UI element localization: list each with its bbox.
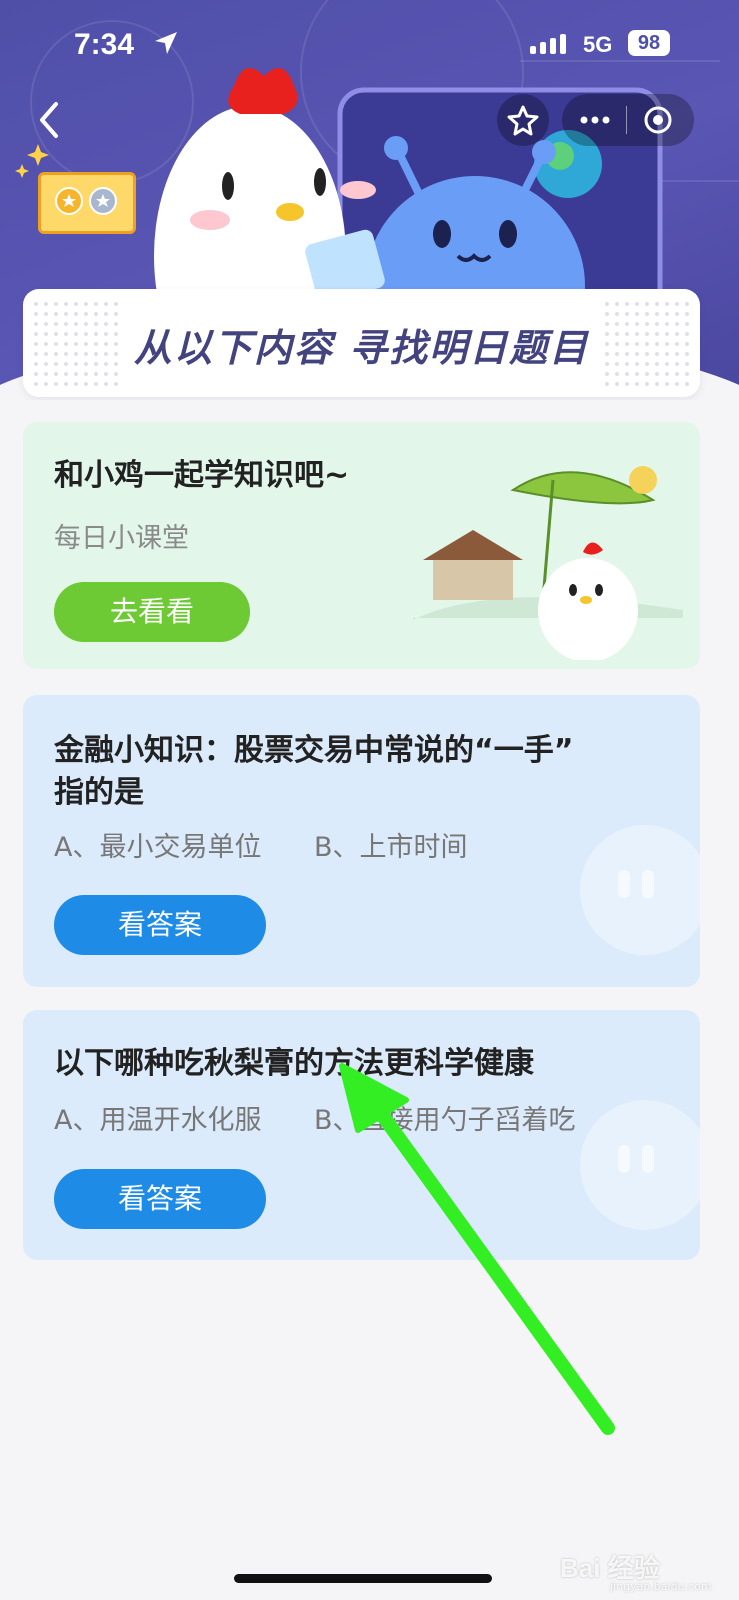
question-title: 以下哪种吃秋梨膏的方法更科学健康 (54, 1046, 534, 1081)
option-b: B、直接用勺子舀着吃 (314, 1105, 576, 1136)
card-subtitle: 每日小课堂 (54, 523, 189, 554)
view-answer-button[interactable]: 看答案 (54, 1169, 266, 1229)
home-indicator[interactable] (234, 1574, 492, 1583)
battery-level: 98 (628, 30, 670, 56)
status-time: 7:34 (74, 28, 135, 61)
network-label: 5G (583, 32, 613, 57)
sparkle-icon (15, 144, 49, 178)
view-answer-button[interactable]: 看答案 (54, 895, 266, 955)
chicken-leaf-illustration (413, 466, 683, 660)
option-b: B、上市时间 (314, 832, 468, 863)
status-bar: 7:34 5G 98 (0, 0, 739, 90)
go-watch-button[interactable]: 去看看 (54, 582, 250, 642)
chat-bubble-icon (580, 825, 700, 955)
banner-title: 从以下内容 寻找明日题目 (133, 326, 590, 370)
signal-icon (530, 32, 574, 54)
target-circle-icon[interactable] (642, 104, 674, 136)
star-icon (507, 105, 539, 136)
daily-class-card[interactable]: 和小鸡一起学知识吧~ 每日小课堂 去看看 (23, 422, 700, 669)
chat-bubble-icon (580, 1100, 700, 1230)
more-dots-icon[interactable] (578, 108, 612, 132)
option-a: A、最小交易单位 (54, 832, 262, 863)
mini-program-capsule (562, 94, 694, 146)
option-a: A、用温开水化服 (54, 1105, 262, 1136)
question-title-line1: 金融小知识：股票交易中常说的“一手” (54, 733, 574, 768)
chevron-left-icon[interactable] (30, 100, 70, 140)
medal-board-icon[interactable] (38, 172, 136, 234)
question-card[interactable]: 以下哪种吃秋梨膏的方法更科学健康 A、用温开水化服 B、直接用勺子舀着吃 看答案 (23, 1010, 700, 1260)
location-arrow-icon (155, 32, 177, 54)
watermark-url: jingyan.baidu.com (610, 1580, 712, 1593)
card-title: 和小鸡一起学知识吧~ (54, 458, 350, 493)
favorite-button[interactable] (497, 94, 549, 146)
question-title-line2: 指的是 (54, 775, 144, 810)
question-card[interactable]: 金融小知识：股票交易中常说的“一手” 指的是 A、最小交易单位 B、上市时间 看… (23, 695, 700, 987)
capsule-divider (626, 106, 627, 134)
find-topic-banner: 从以下内容 寻找明日题目 (23, 289, 700, 397)
